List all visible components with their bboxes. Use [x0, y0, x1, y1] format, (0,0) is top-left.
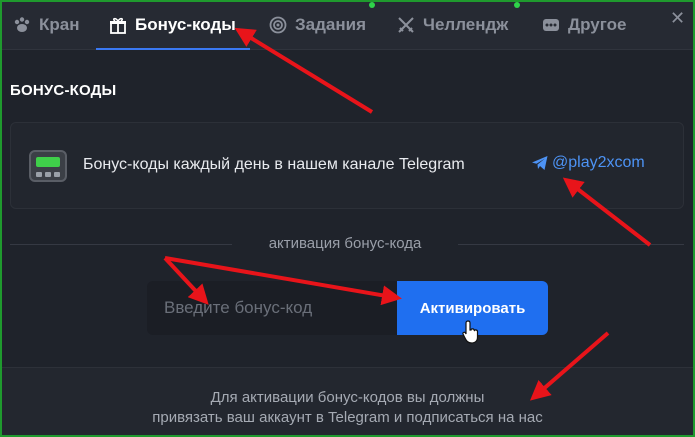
- footer-notice: Для активации бонус-кодов вы должны прив…: [100, 388, 595, 428]
- hand-cursor-icon: [462, 320, 480, 349]
- activation-section-label: активация бонус-кода: [268, 235, 422, 252]
- tab-other[interactable]: Другое: [541, 0, 626, 50]
- tab-bar: Кран Бонус-коды Задания Челлендж Другое …: [0, 0, 695, 50]
- telegram-link-label: @play2xcom: [552, 154, 645, 171]
- tab-faucet[interactable]: Кран: [12, 0, 79, 50]
- info-text: Бонус-коды каждый день в нашем канале Te…: [83, 156, 465, 173]
- target-icon: [268, 15, 288, 35]
- tab-challenge-label: Челлендж: [423, 15, 509, 34]
- footer-line-2: привязать ваш аккаунт в Telegram и подпи…: [152, 409, 543, 426]
- dots-icon: [541, 15, 561, 35]
- crossed-swords-icon: [396, 15, 416, 35]
- tab-other-label: Другое: [568, 15, 627, 34]
- status-dot: [514, 2, 520, 8]
- tab-bonus-codes[interactable]: Бонус-коды: [108, 0, 236, 50]
- divider: [458, 244, 684, 245]
- status-dot: [369, 2, 375, 8]
- close-icon[interactable]: ✕: [670, 8, 685, 29]
- tab-challenge[interactable]: Челлендж: [396, 0, 508, 50]
- telegram-icon: [531, 154, 549, 172]
- telegram-channel-link[interactable]: @play2xcom: [531, 154, 645, 172]
- page-title: БОНУС-КОДЫ: [10, 82, 117, 99]
- gift-icon: [108, 15, 128, 35]
- divider: [10, 244, 232, 245]
- footer-line-1: Для активации бонус-кодов вы должны: [210, 389, 485, 406]
- tab-tasks-label: Задания: [295, 15, 366, 34]
- tab-bonus-codes-label: Бонус-коды: [135, 15, 236, 34]
- tab-tasks[interactable]: Задания: [268, 0, 366, 50]
- paw-icon: [12, 15, 32, 35]
- tab-faucet-label: Кран: [39, 15, 80, 34]
- bonus-code-input[interactable]: [147, 281, 399, 335]
- pager-icon: [29, 150, 67, 182]
- telegram-info-card: Бонус-коды каждый день в нашем канале Te…: [10, 122, 684, 209]
